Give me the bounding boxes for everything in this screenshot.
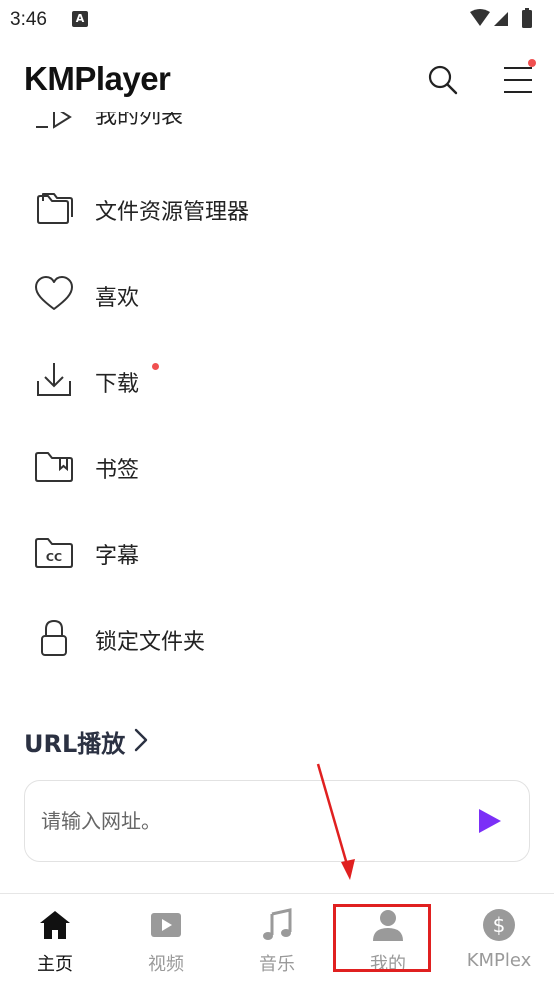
nav-tab-home[interactable]: 主页	[0, 894, 110, 985]
svg-text:$: $	[493, 913, 506, 937]
list-item-label: 下载	[95, 372, 140, 397]
status-time: 3:46	[10, 9, 47, 30]
video-icon	[151, 913, 181, 937]
app-logo: KMPlayer	[24, 60, 171, 97]
list-item-downloads[interactable]: 下载	[0, 350, 554, 410]
svg-text:CC: CC	[46, 551, 62, 564]
list-item-label: 书签	[95, 458, 140, 483]
list-item-favorites[interactable]: 喜欢	[0, 264, 554, 324]
playlist-icon	[36, 112, 72, 129]
signal-battery-icons	[470, 8, 532, 28]
play-icon[interactable]	[471, 803, 507, 839]
library-list: 我的列表 文件资源管理器 喜欢 下载 书签 CC 字幕 锁定文件夹	[0, 112, 554, 702]
url-input[interactable]	[41, 805, 441, 837]
menu-badge-dot	[528, 59, 536, 67]
bottom-nav: 主页 视频 音乐 我的 $ KMPlex	[0, 893, 554, 985]
search-button[interactable]	[424, 62, 462, 98]
list-item-label: 字幕	[95, 544, 140, 569]
status-bar: 3:46 A	[0, 0, 554, 40]
dollar-coin-icon: $	[483, 909, 515, 941]
annotation-arrow	[316, 763, 355, 880]
bookmark-folder-icon	[35, 452, 73, 482]
chevron-right-icon[interactable]	[130, 726, 152, 754]
a-box-icon: A	[72, 11, 88, 27]
nav-label: 视频	[148, 954, 184, 975]
list-item-locked-folder[interactable]: 锁定文件夹	[0, 608, 554, 668]
music-note-icon	[263, 908, 292, 940]
nav-label: 音乐	[259, 954, 295, 975]
url-play-title[interactable]: URL播放	[24, 724, 125, 759]
annotation-highlight-box	[333, 904, 431, 972]
list-item-subtitles[interactable]: CC 字幕	[0, 522, 554, 582]
nav-label: KMPlex	[466, 950, 532, 971]
list-item-my-playlist[interactable]: 我的列表	[0, 112, 554, 142]
url-input-box	[24, 780, 530, 862]
download-badge-dot	[152, 363, 159, 370]
nav-tab-music[interactable]: 音乐	[222, 894, 332, 985]
list-item-label: 文件资源管理器	[95, 200, 250, 225]
list-item-label: 喜欢	[95, 286, 140, 311]
nav-tab-video[interactable]: 视频	[111, 894, 221, 985]
list-item-label: 我的列表	[95, 112, 184, 129]
heart-icon	[35, 276, 73, 310]
list-item-bookmarks[interactable]: 书签	[0, 436, 554, 496]
search-icon	[428, 65, 458, 95]
folder-icon	[37, 193, 73, 224]
lock-icon	[41, 619, 67, 656]
list-item-file-explorer[interactable]: 文件资源管理器	[0, 178, 554, 238]
list-item-label: 锁定文件夹	[95, 630, 206, 655]
hamburger-menu-icon	[504, 67, 532, 93]
nav-tab-kmplex[interactable]: $ KMPlex	[444, 894, 554, 985]
home-icon	[40, 911, 70, 939]
menu-button[interactable]	[498, 59, 538, 98]
download-icon	[37, 363, 71, 396]
app-header: KMPlayer	[0, 50, 554, 110]
nav-label: 主页	[37, 954, 73, 975]
subtitle-cc-icon: CC	[35, 538, 73, 568]
